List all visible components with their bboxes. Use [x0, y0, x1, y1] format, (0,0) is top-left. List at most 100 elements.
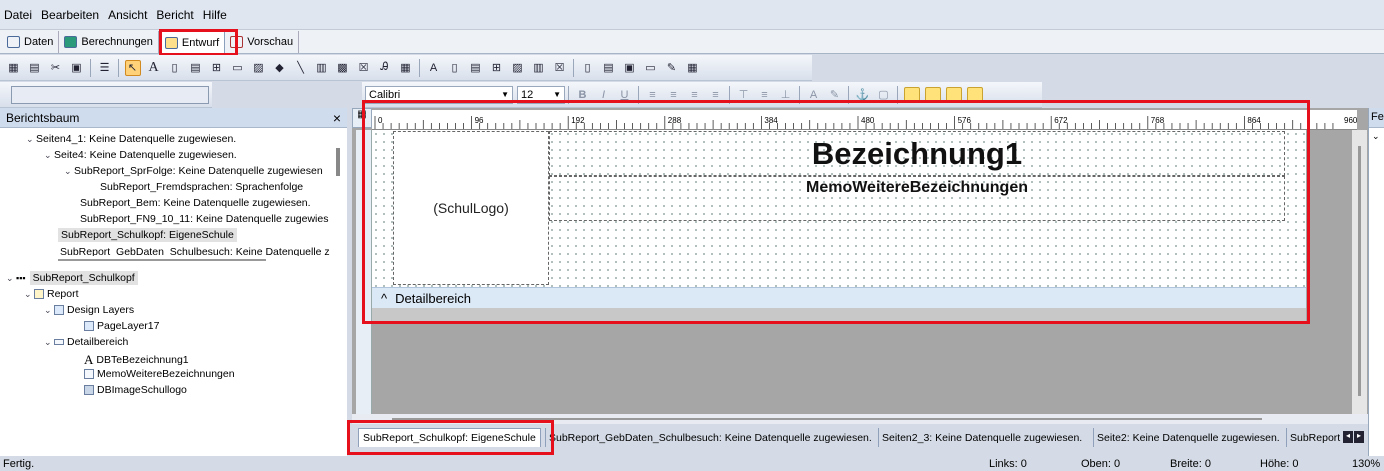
- dbrichtext-icon[interactable]: ▤: [468, 60, 484, 76]
- workspace-scrollbar[interactable]: [1352, 130, 1367, 414]
- pointer-icon[interactable]: ↖: [124, 59, 141, 76]
- chevron-down-icon[interactable]: ⌄: [64, 166, 74, 177]
- tree-item[interactable]: A DBTeBezeichnung1: [84, 352, 189, 368]
- chevron-down-icon[interactable]: ⌄: [44, 337, 54, 348]
- menu-ansicht[interactable]: Ansicht: [108, 8, 147, 22]
- panel-splitter[interactable]: [0, 256, 347, 266]
- tab-berechnungen[interactable]: Berechnungen: [59, 31, 159, 53]
- barcode-icon[interactable]: ▥: [314, 60, 330, 76]
- pin-icon[interactable]: ✎: [664, 60, 680, 76]
- page-break-icon[interactable]: ▣: [622, 60, 638, 76]
- page-layer-icon: [84, 321, 94, 331]
- chevron-down-icon: ▼: [501, 90, 509, 99]
- menu-bar: Datei Bearbeiten Ansicht Bericht Hilfe: [0, 0, 1384, 30]
- dbimage-icon[interactable]: ▨: [510, 60, 526, 76]
- tab-scroll-left-icon[interactable]: ◂: [1343, 431, 1353, 443]
- crosstab-icon[interactable]: ▦: [398, 60, 414, 76]
- printer-icon[interactable]: ▤: [27, 60, 43, 76]
- ruler-label: 960: [1344, 116, 1357, 125]
- memo-icon[interactable]: ▯: [167, 60, 183, 76]
- menu-hilfe[interactable]: Hilfe: [203, 8, 227, 22]
- tools-icon[interactable]: ✂: [48, 60, 64, 76]
- image-icon[interactable]: ▨: [251, 60, 267, 76]
- report-tree-upper: ⌄ Seiten4_1: Keine Datenquelle zugewiesen…: [0, 128, 347, 256]
- tree-item[interactable]: ⌄ SubReport_SprFolge: Keine Datenquelle z…: [64, 165, 323, 177]
- report-icon: [34, 289, 44, 299]
- tab-scroll-right-icon[interactable]: ▸: [1354, 431, 1364, 443]
- tree-item[interactable]: DBImageSchullogo: [84, 384, 187, 396]
- separator: [118, 58, 119, 77]
- calc-icon: [64, 36, 78, 48]
- tree-item[interactable]: SubReport_Bem: Keine Datenquelle zugewie…: [80, 197, 311, 209]
- chevron-down-icon[interactable]: ⌄: [1369, 131, 1384, 142]
- chevron-down-icon[interactable]: ⌄: [44, 150, 54, 161]
- dbbarcode-icon[interactable]: ▥: [531, 60, 547, 76]
- tab-daten[interactable]: Daten: [2, 31, 60, 53]
- tree-item[interactable]: PageLayer17: [84, 320, 159, 332]
- toolbar-edit: [0, 82, 212, 108]
- tab-seiten2-3[interactable]: Seiten2_3: Keine Datenquelle zugewiesen.: [878, 428, 1082, 447]
- chevron-down-icon[interactable]: ⌄: [6, 273, 16, 284]
- page-icon[interactable]: ▣: [69, 60, 85, 76]
- dbtext-icon: A: [84, 352, 94, 367]
- status-text: Fertig.: [3, 458, 35, 470]
- status-oben: Oben: 0: [1081, 458, 1121, 470]
- tab-subreport-gebdaten[interactable]: SubReport_GebDaten_Schulbesuch: Keine Da…: [545, 428, 872, 447]
- tree-item[interactable]: ⌄ Seiten4_1: Keine Datenquelle zugewiesen…: [26, 133, 236, 145]
- qrcode-icon[interactable]: ▩: [335, 60, 351, 76]
- status-hoehe: Höhe: 0: [1260, 458, 1299, 470]
- tree-item[interactable]: MemoWeitereBezeichnungen: [84, 368, 235, 380]
- dbcalc-icon[interactable]: ⊞: [489, 60, 505, 76]
- menu-bearbeiten[interactable]: Bearbeiten: [41, 8, 99, 22]
- status-bar: Fertig. Links: 0 Oben: 0 Breite: 0 Höhe:…: [0, 456, 1384, 471]
- table-icon[interactable]: ▦: [685, 60, 701, 76]
- chevron-down-icon[interactable]: ⌄: [26, 134, 36, 145]
- grid-icon[interactable]: ▦: [6, 60, 22, 76]
- subreport-node-icon: ▪▪▪: [16, 273, 26, 283]
- right-panel: Fe ⌄: [1368, 108, 1384, 456]
- right-panel-header: Fe: [1369, 108, 1384, 128]
- edit-field[interactable]: [11, 85, 209, 104]
- scrollbar-vertical[interactable]: [336, 148, 340, 176]
- tree-item[interactable]: SubReport_Fremdsprachen: Sprachenfolge: [100, 181, 303, 193]
- highlight-active-subreport-tab: [347, 420, 554, 455]
- separator: [419, 58, 420, 77]
- tree-item[interactable]: ⌄ Seite4: Keine Datenquelle zugewiesen.: [44, 149, 237, 161]
- chart-icon[interactable]: Ꭿ: [377, 60, 393, 76]
- checkbox-icon[interactable]: ☒: [356, 60, 372, 76]
- dblabel-icon[interactable]: A: [426, 60, 442, 76]
- tab-seite2[interactable]: Seite2: Keine Datenquelle zugewiesen.: [1093, 428, 1280, 447]
- region-icon[interactable]: ▯: [580, 60, 596, 76]
- close-icon[interactable]: ×: [333, 110, 341, 126]
- dbcheckbox-icon[interactable]: ☒: [552, 60, 568, 76]
- tree-item-selected[interactable]: ⌄ ▪▪▪ SubReport_Schulkopf: [6, 271, 138, 285]
- chevron-down-icon[interactable]: ⌄: [24, 289, 34, 300]
- report-tree-header: Berichtsbaum ×: [0, 108, 347, 128]
- tabset-icon[interactable]: ▭: [643, 60, 659, 76]
- tree-item[interactable]: ⌄ Report: [24, 288, 79, 300]
- tree-item[interactable]: ⌄ Detailbereich: [44, 336, 128, 348]
- dbmemo-icon[interactable]: ▯: [447, 60, 463, 76]
- systemvar-icon[interactable]: ⊞: [209, 60, 225, 76]
- scrollbar-thumb[interactable]: [1358, 146, 1361, 396]
- label-icon[interactable]: A: [146, 60, 162, 76]
- shape-icon[interactable]: ◆: [272, 60, 288, 76]
- subreport-icon[interactable]: ▤: [601, 60, 617, 76]
- menu-datei[interactable]: Datei: [4, 8, 32, 22]
- band-icon: [54, 339, 64, 345]
- chevron-down-icon[interactable]: ⌄: [44, 305, 54, 316]
- separator: [90, 58, 91, 77]
- status-breite: Breite: 0: [1170, 458, 1211, 470]
- tree-item-selected[interactable]: SubReport_Schulkopf: EigeneSchule: [58, 228, 237, 242]
- splitter-line: [58, 259, 266, 261]
- menu-bericht[interactable]: Bericht: [156, 8, 193, 22]
- variable-icon[interactable]: ▭: [230, 60, 246, 76]
- richtext-icon[interactable]: ▤: [188, 60, 204, 76]
- tab-subreport-more[interactable]: SubReport: [1286, 428, 1340, 447]
- tree-item[interactable]: ⌄ Design Layers: [44, 304, 134, 316]
- line-icon[interactable]: ╲: [293, 60, 309, 76]
- list-icon[interactable]: ☰: [97, 60, 113, 76]
- tree-item[interactable]: SubReport_GebDaten_Schulbesuch: Keine Da…: [60, 246, 330, 256]
- memo-icon: [84, 369, 94, 379]
- tree-item[interactable]: SubReport_FN9_10_11: Keine Datenquelle z…: [80, 213, 328, 225]
